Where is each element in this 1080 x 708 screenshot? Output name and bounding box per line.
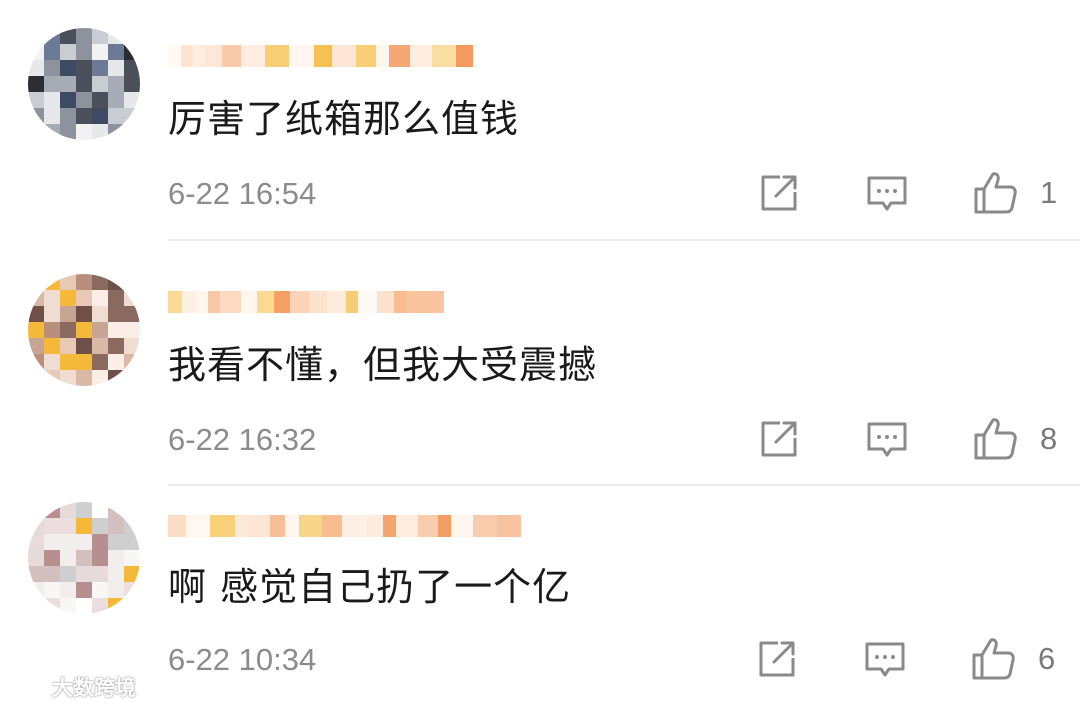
username-blur-block [342, 515, 367, 537]
username-blur-block [383, 515, 396, 537]
watermark: 大数跨境 [10, 672, 136, 702]
like-button[interactable]: 6 [970, 636, 1055, 682]
share-icon [759, 641, 795, 677]
username-blurred[interactable] [168, 508, 521, 544]
username-blur-block [473, 515, 497, 537]
comment-icon [865, 642, 905, 677]
username-blur-block [367, 515, 383, 537]
watermark-text: 大数跨境 [52, 676, 136, 700]
username-blur-block [497, 515, 521, 537]
watermark-logo-icon [10, 677, 46, 697]
username-blur-block [438, 515, 451, 537]
comment-item: 啊 感觉自己扔了一个亿 6-22 10:34 6 [0, 0, 1080, 708]
username-blur-block [418, 515, 438, 537]
username-blur-block [186, 515, 210, 537]
like-count: 6 [1038, 641, 1056, 676]
username-blur-block [451, 515, 473, 537]
username-blur-block [235, 515, 248, 537]
comment-timestamp: 6-22 10:34 [168, 642, 317, 677]
reply-button[interactable] [864, 640, 906, 680]
username-blur-block [322, 515, 342, 537]
thumbs-up-icon [972, 638, 1015, 680]
username-blur-block [248, 515, 270, 537]
share-button[interactable] [756, 638, 798, 680]
username-blur-block [299, 515, 322, 537]
username-blur-block [285, 515, 299, 537]
username-blur-block [270, 515, 285, 537]
avatar[interactable] [28, 502, 140, 614]
username-blur-block [210, 515, 235, 537]
username-blur-block [396, 515, 418, 537]
username-blur-block [168, 515, 186, 537]
comment-text: 啊 感觉自己扔了一个亿 [168, 565, 572, 609]
